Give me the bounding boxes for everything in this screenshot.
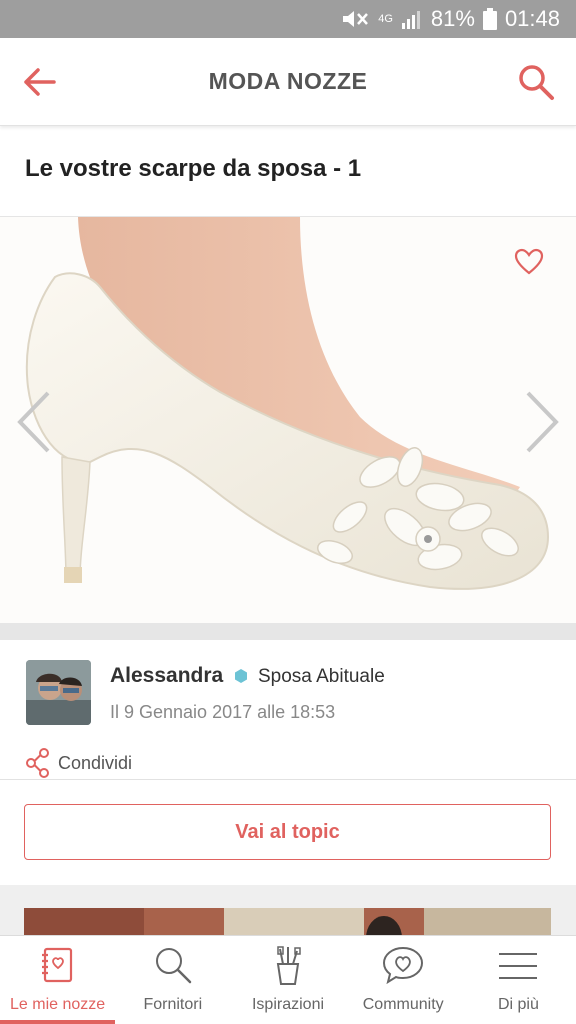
post-image[interactable] xyxy=(0,217,576,623)
avatar[interactable] xyxy=(26,660,91,725)
nav-item-inspirations[interactable]: Ispirazioni xyxy=(230,936,345,1024)
app-bar: MODA NOZZE xyxy=(0,38,576,126)
chevron-left-icon[interactable] xyxy=(14,389,54,455)
bridal-shoe-illustration xyxy=(0,217,576,623)
chevron-right-icon[interactable] xyxy=(522,389,562,455)
menu-icon xyxy=(499,953,538,979)
nav-label: Ispirazioni xyxy=(251,996,325,1013)
nav-label: Le mie nozze xyxy=(10,996,106,1013)
bottom-navigation: Le mie nozze Fornitori Ispirazioni Commu… xyxy=(0,935,576,1024)
battery-icon xyxy=(482,8,497,30)
chat-heart-icon xyxy=(383,946,424,985)
next-post-photo xyxy=(24,908,551,938)
post-title: Le vostre scarpe da sposa - 1 xyxy=(25,155,362,182)
heart-icon[interactable] xyxy=(514,247,544,277)
nav-label: Fornitori xyxy=(143,996,203,1013)
next-post-image[interactable] xyxy=(24,908,551,938)
share-icon xyxy=(26,748,49,778)
author-name[interactable]: Alessandra xyxy=(110,664,223,688)
nav-item-suppliers[interactable]: Fornitori xyxy=(115,936,230,1024)
status-bar: 4G 81% 01:48 xyxy=(0,0,576,38)
share-button[interactable]: Condividi xyxy=(26,748,132,778)
signal-icon xyxy=(401,11,420,29)
nav-label: Community xyxy=(362,996,444,1013)
post-date: Il 9 Gennaio 2017 alle 18:53 xyxy=(110,702,336,722)
nav-label: Di più xyxy=(497,996,539,1013)
nav-item-my-wedding[interactable]: Le mie nozze xyxy=(0,936,116,1024)
author-badge: Sposa Abituale xyxy=(258,666,385,687)
page-header-title: MODA NOZZE xyxy=(208,68,368,94)
section-separator xyxy=(0,623,576,640)
mute-icon xyxy=(343,11,369,27)
nav-item-more[interactable]: Di più xyxy=(461,936,576,1024)
notebook-icon xyxy=(41,947,72,983)
brushes-icon xyxy=(276,946,301,985)
search-icon[interactable] xyxy=(516,62,556,102)
network-label: 4G xyxy=(378,12,393,25)
search-icon xyxy=(155,948,192,984)
nav-item-community[interactable]: Community xyxy=(346,936,461,1024)
hexagon-badge-icon xyxy=(235,669,247,683)
divider xyxy=(0,779,576,780)
avatar-photo xyxy=(26,660,91,725)
clock: 01:48 xyxy=(504,6,560,31)
share-label: Condividi xyxy=(58,752,133,773)
battery-percent: 81% xyxy=(430,6,475,31)
go-to-topic-button[interactable]: Vai al topic xyxy=(24,804,551,860)
